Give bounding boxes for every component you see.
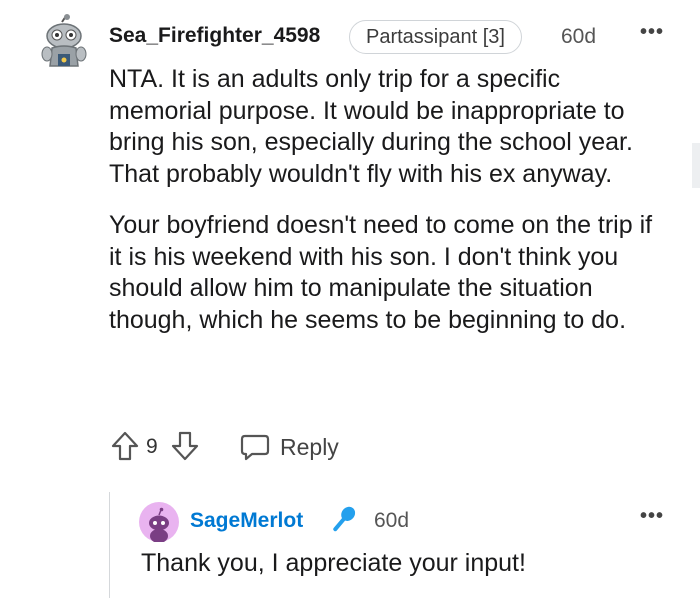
speech-bubble-icon bbox=[240, 432, 270, 462]
arrow-down-icon[interactable] bbox=[170, 430, 200, 462]
comment-paragraph-1: NTA. It is an adults only trip for a spe… bbox=[109, 65, 633, 188]
comment-body: NTA. It is an adults only trip for a spe… bbox=[109, 64, 669, 356]
user-flair-badge: Partassipant [3] bbox=[349, 20, 522, 54]
snoo-avatar-icon[interactable] bbox=[36, 14, 92, 70]
more-dots-icon[interactable]: ••• bbox=[640, 506, 664, 526]
microphone-icon bbox=[326, 503, 360, 537]
comment-paragraph-2: Your boyfriend doesn't need to come on t… bbox=[109, 211, 653, 334]
reply-timestamp[interactable]: 60d bbox=[374, 509, 409, 533]
reply-text: Thank you, I appreciate your input! bbox=[141, 549, 526, 577]
comment-page: Sea_Firefighter_4598 Partassipant [3] 60… bbox=[0, 0, 700, 598]
scroll-edge bbox=[692, 143, 700, 188]
comment-timestamp[interactable]: 60d bbox=[561, 25, 596, 49]
vote-score: 9 bbox=[146, 435, 158, 458]
comment-author[interactable]: Sea_Firefighter_4598 bbox=[109, 24, 320, 48]
reply-author[interactable]: SageMerlot bbox=[190, 509, 303, 533]
snoo-avatar-icon[interactable] bbox=[139, 502, 179, 543]
arrow-up-icon[interactable] bbox=[110, 430, 140, 462]
thread-line[interactable] bbox=[109, 492, 110, 598]
more-dots-icon[interactable]: ••• bbox=[640, 22, 664, 42]
reply-label: Reply bbox=[280, 434, 339, 460]
